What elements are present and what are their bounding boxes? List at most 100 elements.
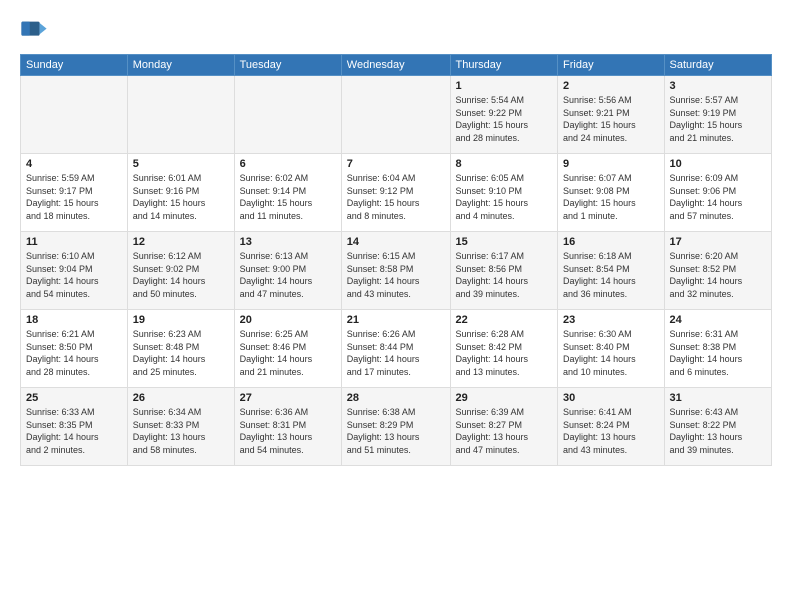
day-info: Sunrise: 5:54 AM Sunset: 9:22 PM Dayligh… <box>456 94 553 144</box>
calendar-cell: 4 Sunrise: 5:59 AM Sunset: 9:17 PM Daylig… <box>21 154 128 232</box>
day-info: Sunrise: 6:41 AM Sunset: 8:24 PM Dayligh… <box>563 406 659 456</box>
day-number: 4 <box>26 158 122 170</box>
day-info: Sunrise: 6:39 AM Sunset: 8:27 PM Dayligh… <box>456 406 553 456</box>
day-number: 10 <box>670 158 766 170</box>
day-number: 24 <box>670 314 766 326</box>
day-info: Sunrise: 6:33 AM Sunset: 8:35 PM Dayligh… <box>26 406 122 456</box>
week-row-2: 4 Sunrise: 5:59 AM Sunset: 9:17 PM Daylig… <box>21 154 772 232</box>
day-number: 21 <box>347 314 445 326</box>
day-info: Sunrise: 6:18 AM Sunset: 8:54 PM Dayligh… <box>563 250 659 300</box>
day-info: Sunrise: 6:38 AM Sunset: 8:29 PM Dayligh… <box>347 406 445 456</box>
day-info: Sunrise: 6:21 AM Sunset: 8:50 PM Dayligh… <box>26 328 122 378</box>
calendar-cell: 9 Sunrise: 6:07 AM Sunset: 9:08 PM Daylig… <box>558 154 665 232</box>
calendar-cell: 7 Sunrise: 6:04 AM Sunset: 9:12 PM Daylig… <box>341 154 450 232</box>
day-number: 2 <box>563 80 659 92</box>
week-row-4: 18 Sunrise: 6:21 AM Sunset: 8:50 PM Dayli… <box>21 310 772 388</box>
day-info: Sunrise: 6:36 AM Sunset: 8:31 PM Dayligh… <box>240 406 336 456</box>
calendar-cell: 1 Sunrise: 5:54 AM Sunset: 9:22 PM Daylig… <box>450 76 558 154</box>
weekday-header-monday: Monday <box>127 55 234 76</box>
calendar-cell: 20 Sunrise: 6:25 AM Sunset: 8:46 PM Dayli… <box>234 310 341 388</box>
day-number: 19 <box>133 314 229 326</box>
day-info: Sunrise: 6:10 AM Sunset: 9:04 PM Dayligh… <box>26 250 122 300</box>
day-number: 15 <box>456 236 553 248</box>
calendar-cell: 21 Sunrise: 6:26 AM Sunset: 8:44 PM Dayli… <box>341 310 450 388</box>
day-info: Sunrise: 6:34 AM Sunset: 8:33 PM Dayligh… <box>133 406 229 456</box>
calendar-cell: 24Sunrise: 6:31 AM Sunset: 8:38 PM Dayli… <box>664 310 771 388</box>
day-info: Sunrise: 6:30 AM Sunset: 8:40 PM Dayligh… <box>563 328 659 378</box>
day-number: 3 <box>670 80 766 92</box>
day-number: 20 <box>240 314 336 326</box>
calendar-cell: 30 Sunrise: 6:41 AM Sunset: 8:24 PM Dayli… <box>558 388 665 466</box>
day-number: 30 <box>563 392 659 404</box>
week-row-5: 25 Sunrise: 6:33 AM Sunset: 8:35 PM Dayli… <box>21 388 772 466</box>
weekday-header-wednesday: Wednesday <box>341 55 450 76</box>
calendar-cell: 27 Sunrise: 6:36 AM Sunset: 8:31 PM Dayli… <box>234 388 341 466</box>
day-info: Sunrise: 5:57 AM Sunset: 9:19 PM Dayligh… <box>670 94 766 144</box>
day-info: Sunrise: 6:26 AM Sunset: 8:44 PM Dayligh… <box>347 328 445 378</box>
day-info: Sunrise: 6:07 AM Sunset: 9:08 PM Dayligh… <box>563 172 659 222</box>
calendar-cell <box>21 76 128 154</box>
logo <box>20 16 50 44</box>
week-row-3: 11Sunrise: 6:10 AM Sunset: 9:04 PM Dayli… <box>21 232 772 310</box>
day-info: Sunrise: 6:23 AM Sunset: 8:48 PM Dayligh… <box>133 328 229 378</box>
day-number: 7 <box>347 158 445 170</box>
day-number: 28 <box>347 392 445 404</box>
calendar-cell: 25 Sunrise: 6:33 AM Sunset: 8:35 PM Dayli… <box>21 388 128 466</box>
day-number: 26 <box>133 392 229 404</box>
calendar-cell: 10 Sunrise: 6:09 AM Sunset: 9:06 PM Dayli… <box>664 154 771 232</box>
week-row-1: 1 Sunrise: 5:54 AM Sunset: 9:22 PM Daylig… <box>21 76 772 154</box>
calendar-cell: 19 Sunrise: 6:23 AM Sunset: 8:48 PM Dayli… <box>127 310 234 388</box>
day-info: Sunrise: 6:01 AM Sunset: 9:16 PM Dayligh… <box>133 172 229 222</box>
calendar-cell <box>127 76 234 154</box>
calendar-cell <box>341 76 450 154</box>
weekday-header-tuesday: Tuesday <box>234 55 341 76</box>
calendar-cell: 13 Sunrise: 6:13 AM Sunset: 9:00 PM Dayli… <box>234 232 341 310</box>
logo-icon <box>20 16 48 44</box>
calendar-cell: 23 Sunrise: 6:30 AM Sunset: 8:40 PM Dayli… <box>558 310 665 388</box>
day-number: 23 <box>563 314 659 326</box>
day-info: Sunrise: 6:02 AM Sunset: 9:14 PM Dayligh… <box>240 172 336 222</box>
day-info: Sunrise: 6:43 AM Sunset: 8:22 PM Dayligh… <box>670 406 766 456</box>
day-number: 18 <box>26 314 122 326</box>
day-number: 5 <box>133 158 229 170</box>
calendar-cell: 11Sunrise: 6:10 AM Sunset: 9:04 PM Dayli… <box>21 232 128 310</box>
day-number: 8 <box>456 158 553 170</box>
calendar-cell: 5 Sunrise: 6:01 AM Sunset: 9:16 PM Daylig… <box>127 154 234 232</box>
day-info: Sunrise: 6:05 AM Sunset: 9:10 PM Dayligh… <box>456 172 553 222</box>
calendar-cell: 16 Sunrise: 6:18 AM Sunset: 8:54 PM Dayli… <box>558 232 665 310</box>
day-number: 27 <box>240 392 336 404</box>
day-number: 13 <box>240 236 336 248</box>
day-info: Sunrise: 6:04 AM Sunset: 9:12 PM Dayligh… <box>347 172 445 222</box>
day-number: 25 <box>26 392 122 404</box>
day-info: Sunrise: 6:25 AM Sunset: 8:46 PM Dayligh… <box>240 328 336 378</box>
day-number: 22 <box>456 314 553 326</box>
calendar-cell: 17 Sunrise: 6:20 AM Sunset: 8:52 PM Dayli… <box>664 232 771 310</box>
calendar-cell: 6 Sunrise: 6:02 AM Sunset: 9:14 PM Daylig… <box>234 154 341 232</box>
page-header <box>20 16 772 44</box>
day-number: 1 <box>456 80 553 92</box>
day-number: 9 <box>563 158 659 170</box>
day-info: Sunrise: 6:17 AM Sunset: 8:56 PM Dayligh… <box>456 250 553 300</box>
day-info: Sunrise: 5:59 AM Sunset: 9:17 PM Dayligh… <box>26 172 122 222</box>
calendar-page: SundayMondayTuesdayWednesdayThursdayFrid… <box>0 0 792 612</box>
weekday-header-saturday: Saturday <box>664 55 771 76</box>
day-number: 6 <box>240 158 336 170</box>
day-info: Sunrise: 6:20 AM Sunset: 8:52 PM Dayligh… <box>670 250 766 300</box>
day-info: Sunrise: 6:09 AM Sunset: 9:06 PM Dayligh… <box>670 172 766 222</box>
calendar-cell: 28 Sunrise: 6:38 AM Sunset: 8:29 PM Dayli… <box>341 388 450 466</box>
day-info: Sunrise: 5:56 AM Sunset: 9:21 PM Dayligh… <box>563 94 659 144</box>
day-number: 16 <box>563 236 659 248</box>
day-info: Sunrise: 6:13 AM Sunset: 9:00 PM Dayligh… <box>240 250 336 300</box>
day-number: 29 <box>456 392 553 404</box>
calendar-cell: 12Sunrise: 6:12 AM Sunset: 9:02 PM Dayli… <box>127 232 234 310</box>
weekday-header-thursday: Thursday <box>450 55 558 76</box>
calendar-cell: 26 Sunrise: 6:34 AM Sunset: 8:33 PM Dayli… <box>127 388 234 466</box>
day-info: Sunrise: 6:12 AM Sunset: 9:02 PM Dayligh… <box>133 250 229 300</box>
calendar-cell: 2 Sunrise: 5:56 AM Sunset: 9:21 PM Daylig… <box>558 76 665 154</box>
day-number: 31 <box>670 392 766 404</box>
calendar-cell: 8 Sunrise: 6:05 AM Sunset: 9:10 PM Daylig… <box>450 154 558 232</box>
day-number: 17 <box>670 236 766 248</box>
day-info: Sunrise: 6:28 AM Sunset: 8:42 PM Dayligh… <box>456 328 553 378</box>
day-info: Sunrise: 6:15 AM Sunset: 8:58 PM Dayligh… <box>347 250 445 300</box>
calendar-cell <box>234 76 341 154</box>
